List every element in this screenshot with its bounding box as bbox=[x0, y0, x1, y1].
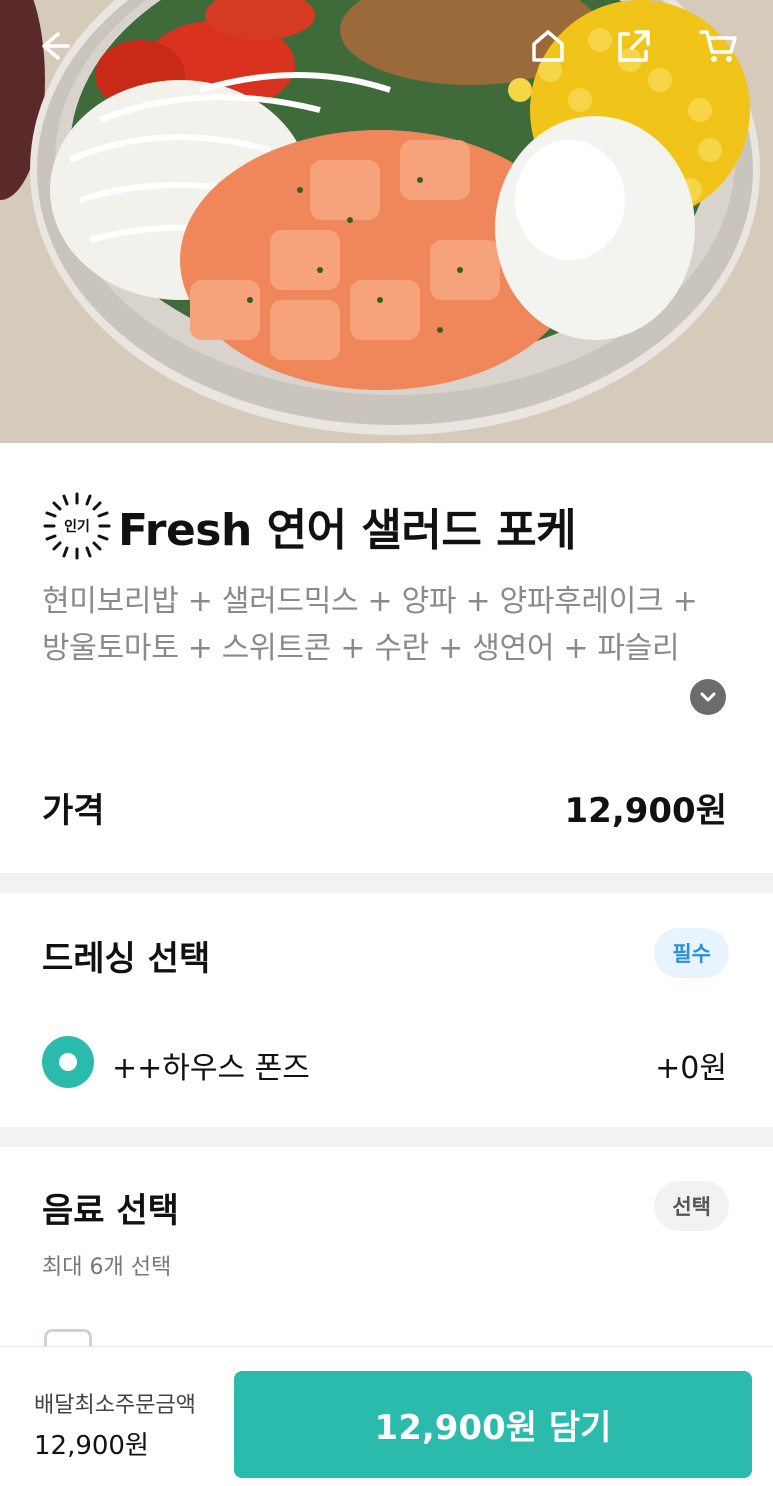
required-badge: 필수 bbox=[654, 928, 729, 978]
back-arrow-icon bbox=[42, 32, 70, 60]
dressing-option-radio[interactable] bbox=[42, 1036, 94, 1088]
popular-badge: 인기 bbox=[42, 491, 112, 561]
cart-button[interactable] bbox=[696, 24, 740, 68]
expand-description-button[interactable] bbox=[690, 679, 726, 715]
drink-title: 음료 선택 bbox=[42, 1191, 179, 1231]
share-icon bbox=[618, 30, 650, 62]
min-order-value: 12,900원 bbox=[34, 1431, 149, 1461]
section-divider bbox=[0, 1127, 773, 1147]
drink-section: 음료 선택 선택 최대 6개 선택 bbox=[0, 1147, 773, 1349]
back-button[interactable] bbox=[32, 24, 76, 68]
menu-info-section: 인기 Fresh 연어 샐러드 포케 현미보리밥 + 샐러드믹스 + 양파 + … bbox=[0, 443, 773, 873]
section-divider bbox=[0, 873, 773, 893]
menu-description: 현미보리밥 + 샐러드믹스 + 양파 + 양파후레이크 + 방울토마토 + 스위… bbox=[42, 584, 698, 666]
min-order-label: 배달최소주문금액 bbox=[34, 1393, 196, 1418]
home-button[interactable] bbox=[526, 24, 570, 68]
price-label: 가격 bbox=[42, 791, 105, 831]
bottom-order-bar: 배달최소주문금액 12,900원 12,900원 담기 bbox=[0, 1346, 773, 1486]
dressing-title: 드레싱 선택 bbox=[42, 939, 211, 979]
menu-photo bbox=[0, 0, 773, 443]
salad-bowl-image bbox=[0, 0, 773, 443]
dressing-option-price: +0원 bbox=[655, 1051, 727, 1086]
drink-max-note: 최대 6개 선택 bbox=[42, 1255, 172, 1280]
home-icon bbox=[532, 30, 564, 62]
optional-badge: 선택 bbox=[654, 1181, 729, 1231]
dressing-option-label[interactable]: ++하우스 폰즈 bbox=[112, 1043, 310, 1087]
popular-badge-label: 인기 bbox=[64, 519, 90, 535]
title-row: 인기 Fresh 연어 샐러드 포케 bbox=[42, 491, 577, 561]
dressing-section: 드레싱 선택 필수 ++하우스 폰즈 +0원 bbox=[0, 893, 773, 1127]
menu-title: Fresh 연어 샐러드 포케 bbox=[118, 505, 577, 556]
price-value: 12,900원 bbox=[564, 791, 727, 831]
cart-icon bbox=[699, 30, 737, 62]
chevron-down-icon bbox=[700, 692, 716, 702]
add-to-cart-button[interactable]: 12,900원 담기 bbox=[234, 1371, 752, 1478]
share-button[interactable] bbox=[612, 24, 656, 68]
